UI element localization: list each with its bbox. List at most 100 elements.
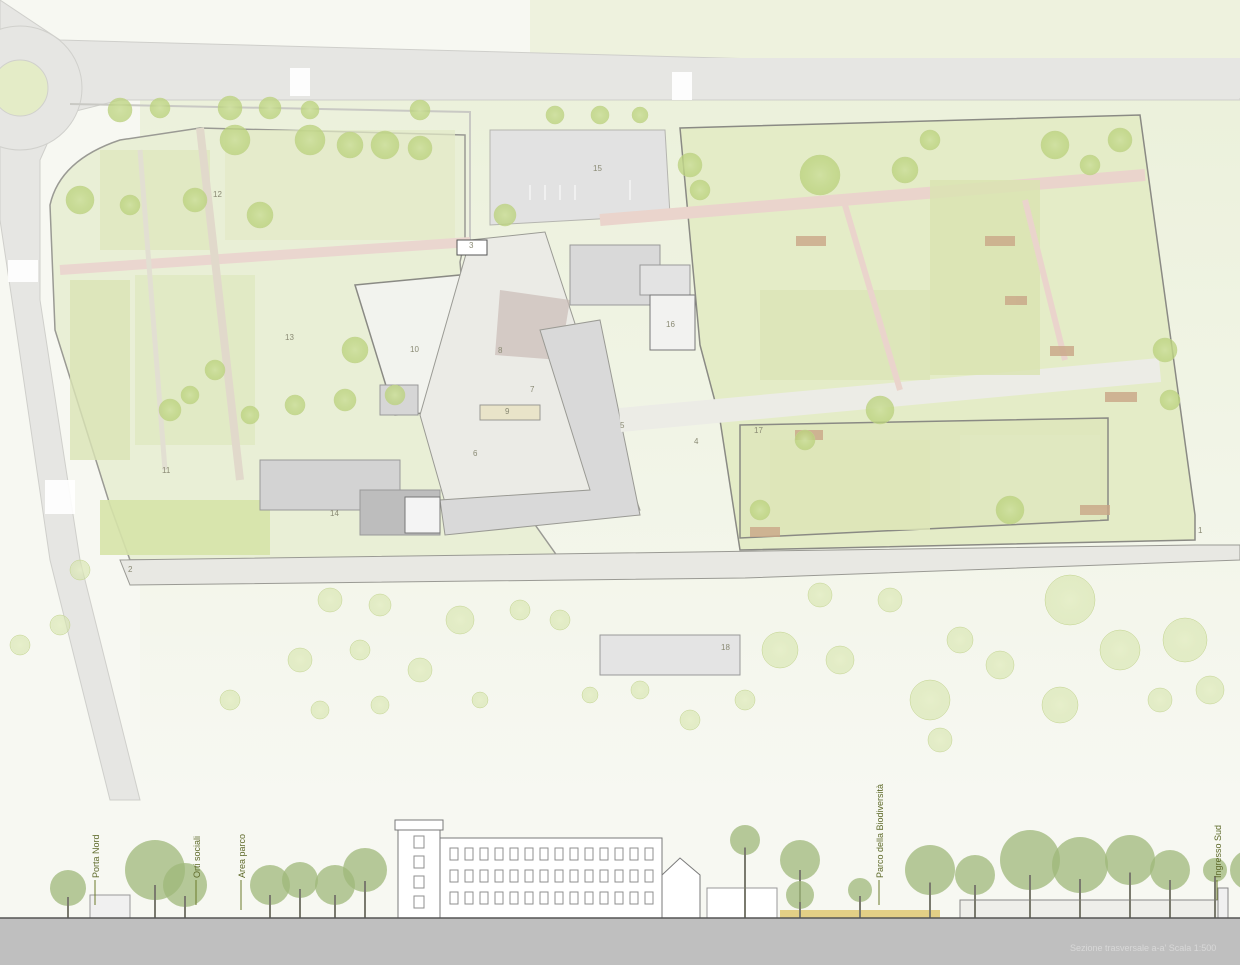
tree-canopy bbox=[182, 187, 208, 213]
ground-strip bbox=[0, 918, 1240, 965]
tree-canopy bbox=[310, 700, 330, 720]
zone-4-label: 4 bbox=[694, 437, 699, 446]
tree-canopy bbox=[409, 99, 431, 121]
tree-canopy bbox=[219, 689, 241, 711]
tree-canopy bbox=[1195, 675, 1225, 705]
tree-canopy bbox=[49, 614, 71, 636]
section-caption: Sezione trasversale a-a' Scala 1:500 bbox=[1070, 943, 1216, 953]
zone-13-label: 13 bbox=[285, 333, 294, 342]
tree-canopy bbox=[258, 96, 282, 120]
zone-6-label: 6 bbox=[473, 449, 478, 458]
tree-canopy bbox=[9, 634, 31, 656]
zone-1-label: 1 bbox=[1198, 526, 1203, 535]
tree-canopy bbox=[1147, 687, 1173, 713]
tree-canopy bbox=[1079, 154, 1101, 176]
tree-canopy bbox=[407, 657, 433, 683]
tree-canopy bbox=[317, 587, 343, 613]
tree-canopy bbox=[149, 97, 171, 119]
tree-canopy bbox=[246, 201, 274, 229]
tree-canopy bbox=[1040, 130, 1070, 160]
building-18 bbox=[599, 634, 741, 676]
zone-15-label: 15 bbox=[593, 164, 602, 173]
tree-canopy bbox=[219, 124, 251, 156]
tree-canopy bbox=[471, 691, 489, 709]
tree-canopy bbox=[384, 384, 406, 406]
tree-canopy bbox=[799, 154, 841, 196]
tree-canopy bbox=[734, 689, 756, 711]
zone-11-label: 11 bbox=[162, 466, 171, 475]
tree-canopy bbox=[1044, 574, 1096, 626]
tree-canopy bbox=[204, 359, 226, 381]
tree-canopy bbox=[217, 95, 243, 121]
tree-canopy bbox=[294, 124, 326, 156]
tree-canopy bbox=[909, 679, 951, 721]
tree-canopy bbox=[794, 429, 816, 451]
tree-canopy bbox=[1162, 617, 1208, 663]
zone-9-label: 9 bbox=[505, 407, 510, 416]
tree-canopy bbox=[590, 105, 610, 125]
zone-17-label: 17 bbox=[754, 426, 763, 435]
tree-canopy bbox=[300, 100, 320, 120]
tree-canopy bbox=[927, 727, 953, 753]
tree-canopy bbox=[349, 639, 371, 661]
zone-12-label: 12 bbox=[213, 190, 222, 199]
label-parco-biodiversita: Parco della Biodiversità bbox=[875, 784, 885, 878]
tree-canopy bbox=[180, 385, 200, 405]
tree-canopy bbox=[1099, 629, 1141, 671]
tree-canopy bbox=[749, 499, 771, 521]
tree-canopy bbox=[919, 129, 941, 151]
zone-8-label: 8 bbox=[498, 346, 503, 355]
tree-canopy bbox=[761, 631, 799, 669]
zone-3-label: 3 bbox=[469, 241, 474, 250]
zone-16-label: 16 bbox=[666, 320, 675, 329]
tree-canopy bbox=[549, 609, 571, 631]
site-plan: 1 2 3 4 5 6 7 8 9 10 11 12 13 14 15 16 1… bbox=[0, 0, 1240, 965]
tree-canopy bbox=[995, 495, 1025, 525]
south-wall-elevation bbox=[959, 899, 1221, 919]
tree-canopy bbox=[240, 405, 260, 425]
tree-canopy bbox=[284, 394, 306, 416]
zone-2-label: 2 bbox=[128, 565, 133, 574]
label-ingresso-sud: Ingresso Sud bbox=[1213, 825, 1223, 878]
zone-10-label: 10 bbox=[410, 345, 419, 354]
tree-canopy bbox=[891, 156, 919, 184]
tree-canopy bbox=[370, 695, 390, 715]
tree-canopy bbox=[581, 686, 599, 704]
tree-canopy bbox=[158, 398, 182, 422]
tree-canopy bbox=[865, 395, 895, 425]
masterplan-board: 1 2 3 4 5 6 7 8 9 10 11 12 13 14 15 16 1… bbox=[0, 0, 1240, 965]
label-orti-sociali: Orti sociali bbox=[192, 836, 202, 878]
small-building-elevation bbox=[706, 887, 778, 919]
tree-canopy bbox=[985, 650, 1015, 680]
tree-canopy bbox=[825, 645, 855, 675]
tree-canopy bbox=[679, 709, 701, 731]
zone-18-label: 18 bbox=[721, 643, 730, 652]
tree-canopy bbox=[368, 593, 392, 617]
tree-canopy bbox=[333, 388, 357, 412]
tree-canopy bbox=[107, 97, 133, 123]
tree-canopy bbox=[946, 626, 974, 654]
tree-canopy bbox=[631, 106, 649, 124]
tree-canopy bbox=[1159, 389, 1181, 411]
label-porta-nord: Porta Nord bbox=[91, 834, 101, 878]
tree-canopy bbox=[677, 152, 703, 178]
tree-canopy bbox=[287, 647, 313, 673]
tree-canopy bbox=[509, 599, 531, 621]
north-gate-elevation bbox=[89, 894, 131, 919]
zone-5-label: 5 bbox=[620, 421, 625, 430]
tree-canopy bbox=[370, 130, 400, 160]
label-area-parco: Area parco bbox=[237, 834, 247, 878]
tree-canopy bbox=[407, 135, 433, 161]
zone-7-label: 7 bbox=[530, 385, 535, 394]
tree-canopy bbox=[877, 587, 903, 613]
tree-canopy bbox=[119, 194, 141, 216]
zone-14-label: 14 bbox=[330, 509, 339, 518]
tree-canopy bbox=[445, 605, 475, 635]
tree-canopy bbox=[341, 336, 369, 364]
tree-canopy bbox=[336, 131, 364, 159]
tree-canopy bbox=[65, 185, 95, 215]
tree-canopy bbox=[1041, 686, 1079, 724]
tree-canopy bbox=[1152, 337, 1178, 363]
tree-canopy bbox=[630, 680, 650, 700]
tree-canopy bbox=[69, 559, 91, 581]
